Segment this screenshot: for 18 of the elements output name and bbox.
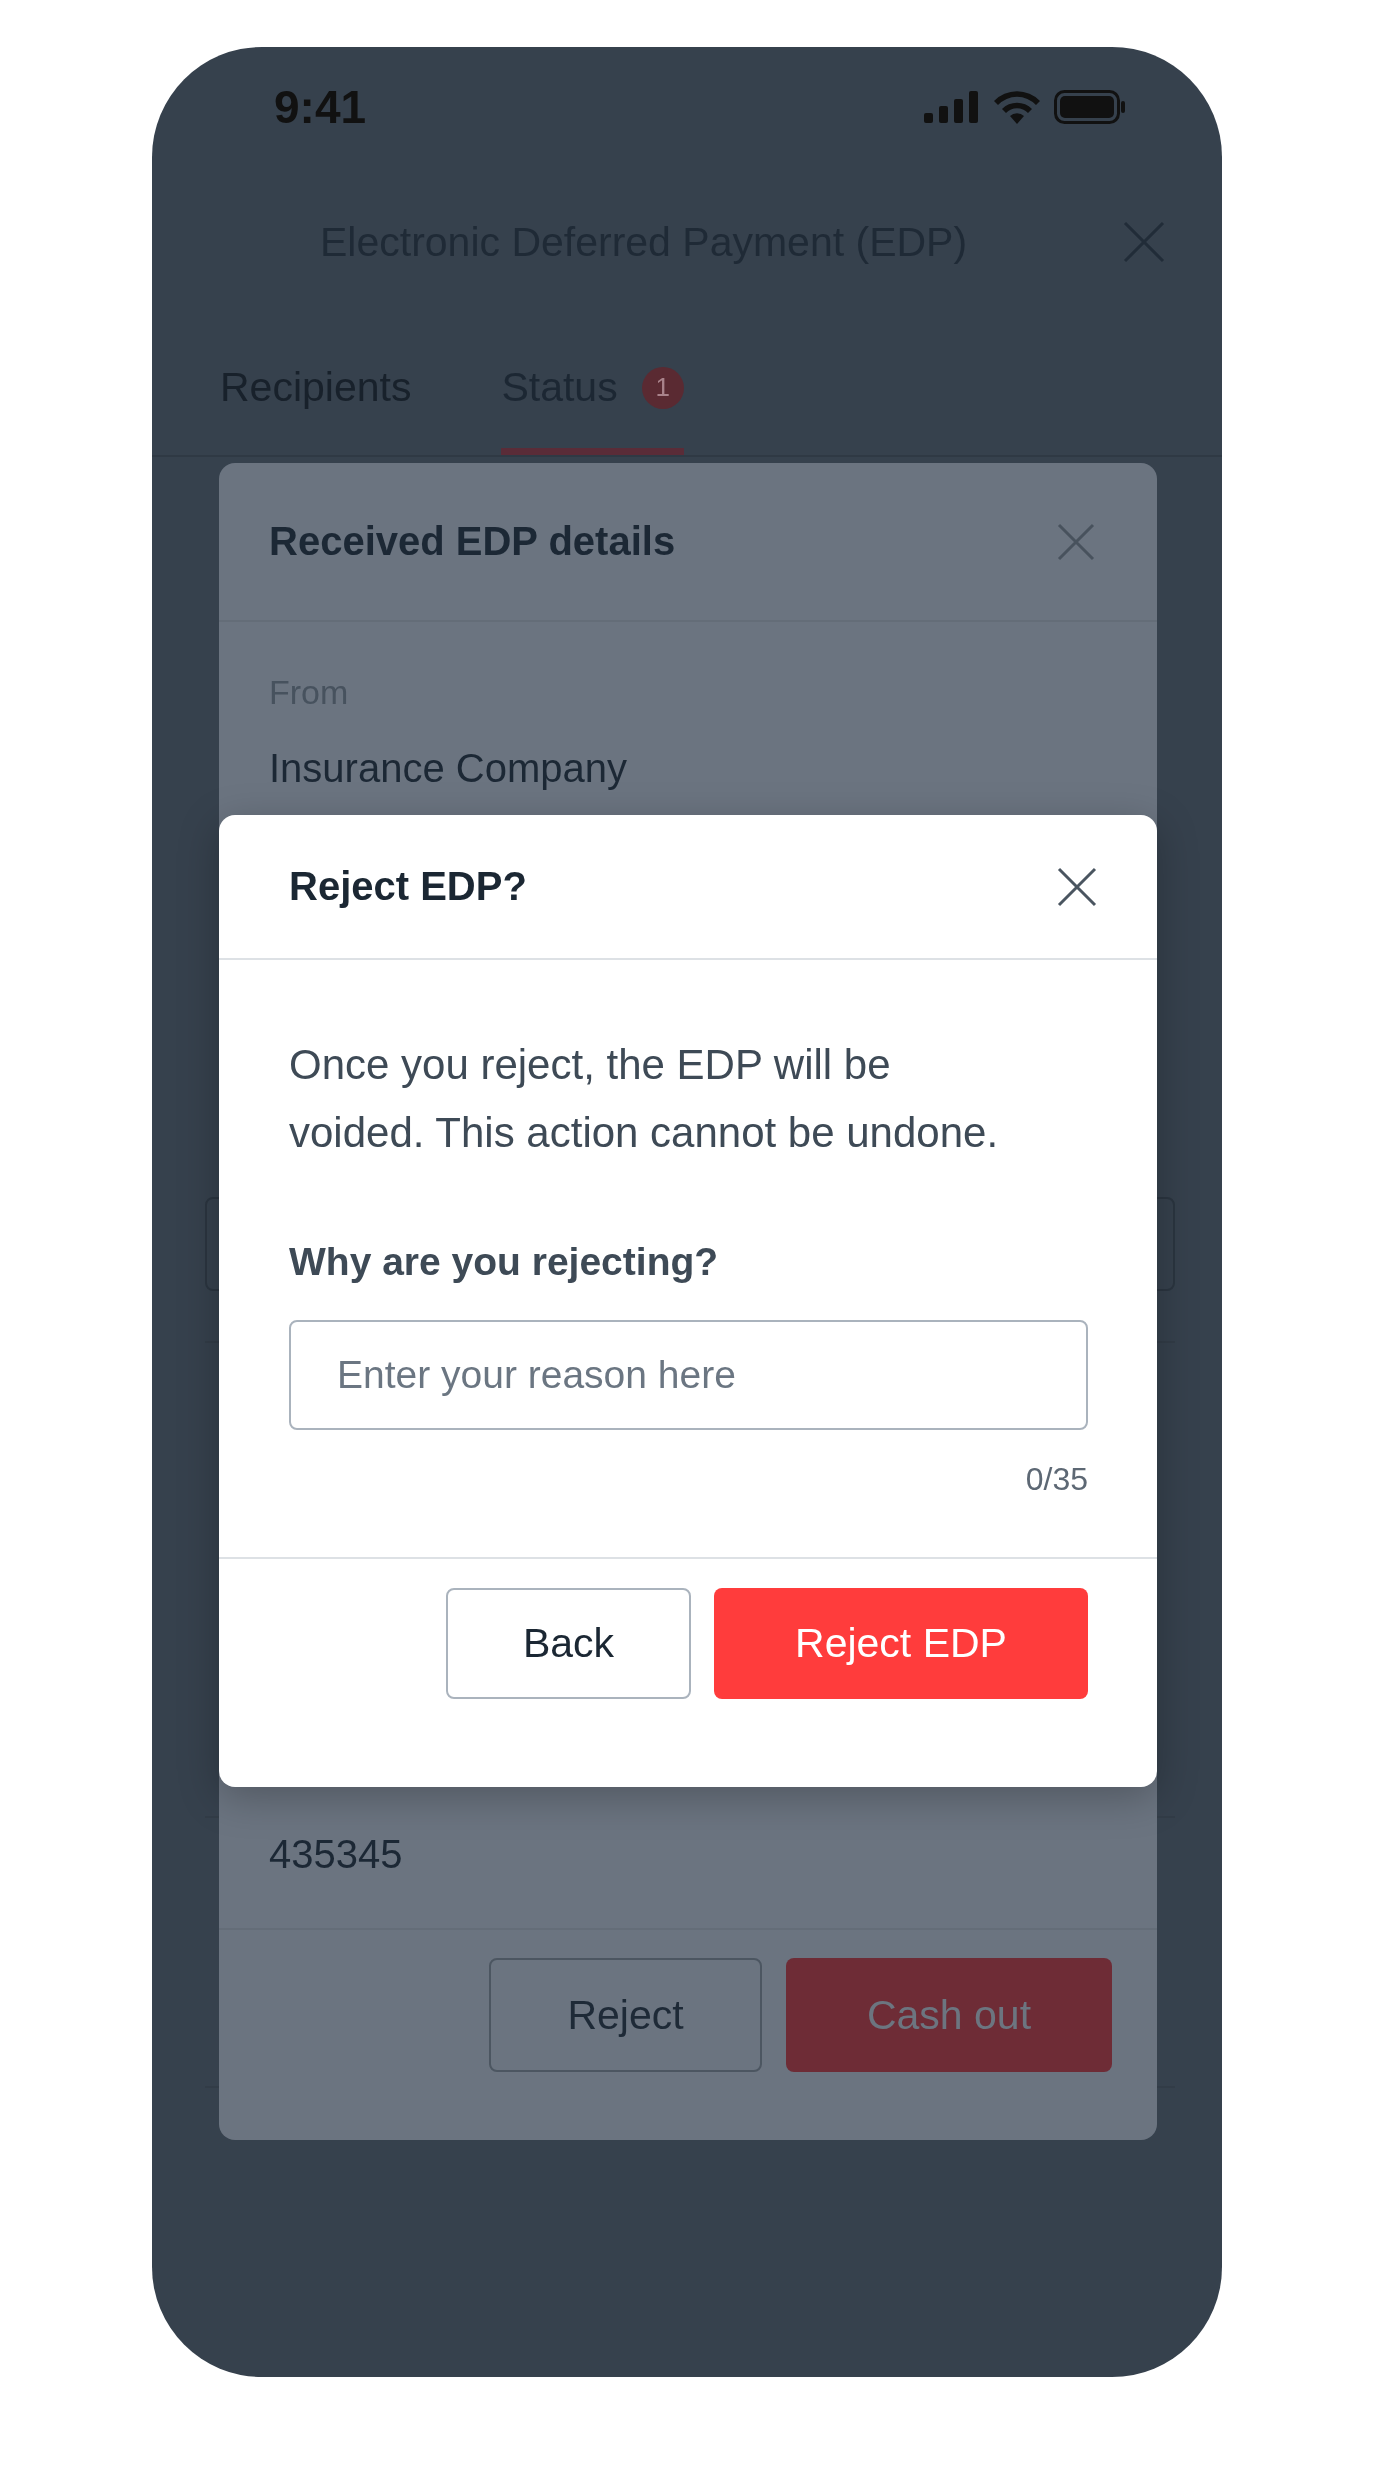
dialog-title: Reject EDP? [289, 864, 527, 909]
field-label: Why are you rejecting? [289, 1239, 720, 1285]
panel-title: Received EDP details [269, 519, 676, 564]
count-badge: 1 [641, 366, 684, 409]
back-button[interactable]: Back [446, 1588, 691, 1699]
reason-field[interactable]: Enter your reason here [289, 1320, 1088, 1430]
close-icon[interactable] [1057, 866, 1097, 907]
reject-button[interactable]: Reject EDP [714, 1588, 1088, 1699]
battery-icon [1054, 90, 1126, 124]
character-counter: 0/35 [1025, 1460, 1088, 1499]
dialog-message: Once you reject, the EDP will be voided. This action cannot be undone. [289, 1040, 1000, 1158]
cash-out-button[interactable]: Cash out [786, 1958, 1112, 2072]
signal-icon [924, 91, 980, 123]
reject-button[interactable]: Reject [489, 1958, 762, 2072]
field-value: Insurance Company [269, 745, 628, 792]
field-value: 435345 [269, 1831, 404, 1878]
wifi-icon [994, 90, 1040, 124]
status-time: 9:41 [274, 80, 367, 134]
